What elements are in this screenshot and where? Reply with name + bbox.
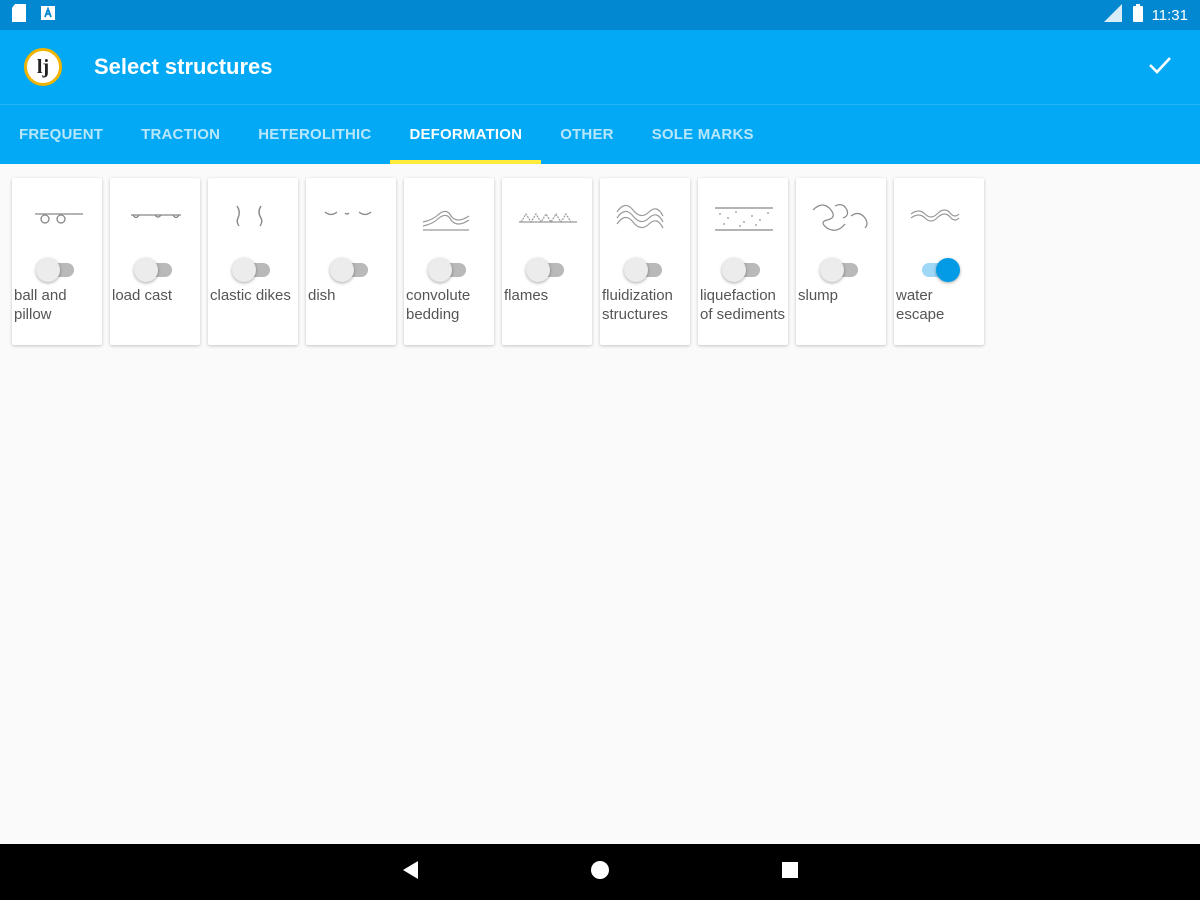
battery-icon	[1132, 4, 1144, 26]
structure-card-slump[interactable]: slump	[796, 178, 886, 345]
tab-other[interactable]: OTHER	[541, 105, 633, 164]
structure-card-water-escape[interactable]: water escape	[894, 178, 984, 345]
ball-and-pillow-icon	[35, 213, 83, 224]
tab-sole-marks[interactable]: SOLE MARKS	[633, 105, 773, 164]
slump-icon	[812, 204, 868, 231]
page-title: Select structures	[94, 54, 273, 79]
structure-label: slump	[798, 287, 839, 304]
structure-card-dish[interactable]: dish	[306, 178, 396, 345]
confirm-button[interactable]	[1142, 49, 1178, 85]
structure-toggle[interactable]	[820, 258, 860, 282]
structure-label: clastic dikes	[210, 287, 291, 304]
structure-label: dish	[308, 287, 336, 304]
structure-toggle[interactable]	[526, 258, 566, 282]
tab-frequent[interactable]: FREQUENT	[0, 105, 122, 164]
structure-card-liquefaction-of-sediments[interactable]: liquefaction of sediments	[698, 178, 788, 345]
tab-deformation[interactable]: DEFORMATION	[390, 105, 541, 164]
structure-toggle[interactable]	[428, 258, 468, 282]
structure-label: flames	[504, 287, 549, 304]
status-time: 11:31	[1151, 6, 1188, 24]
keyboard-a-icon	[40, 5, 56, 26]
home-button[interactable]	[586, 858, 614, 886]
fluidization-structures-icon	[616, 204, 664, 229]
tab-traction[interactable]: TRACTION	[122, 105, 239, 164]
structure-toggle[interactable]	[134, 258, 174, 282]
dish-icon	[324, 211, 372, 216]
home-circle-icon	[590, 860, 610, 885]
structure-toggle[interactable]	[330, 258, 370, 282]
tab-heterolithic[interactable]: HETEROLITHIC	[239, 105, 390, 164]
structure-card-ball-and-pillow[interactable]: ball and pillow	[12, 178, 102, 345]
recents-square-icon	[781, 861, 799, 884]
status-bar: 11:31	[0, 0, 1200, 30]
convolute-bedding-icon	[422, 210, 470, 231]
sim-card-icon	[12, 3, 26, 27]
structure-toggle[interactable]	[918, 258, 960, 282]
structure-label: liquefaction of sediments	[700, 287, 786, 323]
structure-card-clastic-dikes[interactable]: clastic dikes	[208, 178, 298, 345]
check-icon	[1148, 55, 1172, 80]
structure-grid: ball and pillow load cast clastic dikes …	[12, 178, 984, 345]
structure-label: ball and pillow	[14, 287, 67, 323]
recents-button[interactable]	[776, 858, 804, 886]
structure-label: water escape	[896, 287, 945, 323]
back-triangle-icon	[401, 860, 419, 885]
structure-card-convolute-bedding[interactable]: convolute bedding	[404, 178, 494, 345]
tab-bar: FREQUENT TRACTION HETEROLITHIC DEFORMATI…	[0, 104, 1200, 164]
structure-card-fluidization-structures[interactable]: fluidization structures	[600, 178, 690, 345]
structure-card-load-cast[interactable]: load cast	[110, 178, 200, 345]
system-nav-bar	[0, 844, 1200, 900]
structure-toggle[interactable]	[232, 258, 272, 282]
structure-toggle[interactable]	[722, 258, 762, 282]
load-cast-icon	[131, 214, 181, 219]
structure-card-flames[interactable]: flames	[502, 178, 592, 345]
flames-icon	[519, 212, 577, 224]
structure-label: load cast	[112, 287, 173, 304]
structure-toggle[interactable]	[36, 258, 76, 282]
app-bar: lj Select structures	[0, 30, 1200, 104]
back-button[interactable]	[396, 858, 424, 886]
signal-icon	[1103, 4, 1124, 26]
structure-label: fluidization structures	[602, 287, 673, 323]
structure-toggle[interactable]	[624, 258, 664, 282]
app-logo: lj	[24, 48, 62, 86]
clastic-dikes-icon	[236, 205, 263, 227]
liquefaction-of-sediments-icon	[715, 207, 773, 231]
water-escape-icon	[910, 209, 960, 222]
structure-label: convolute bedding	[406, 287, 471, 323]
